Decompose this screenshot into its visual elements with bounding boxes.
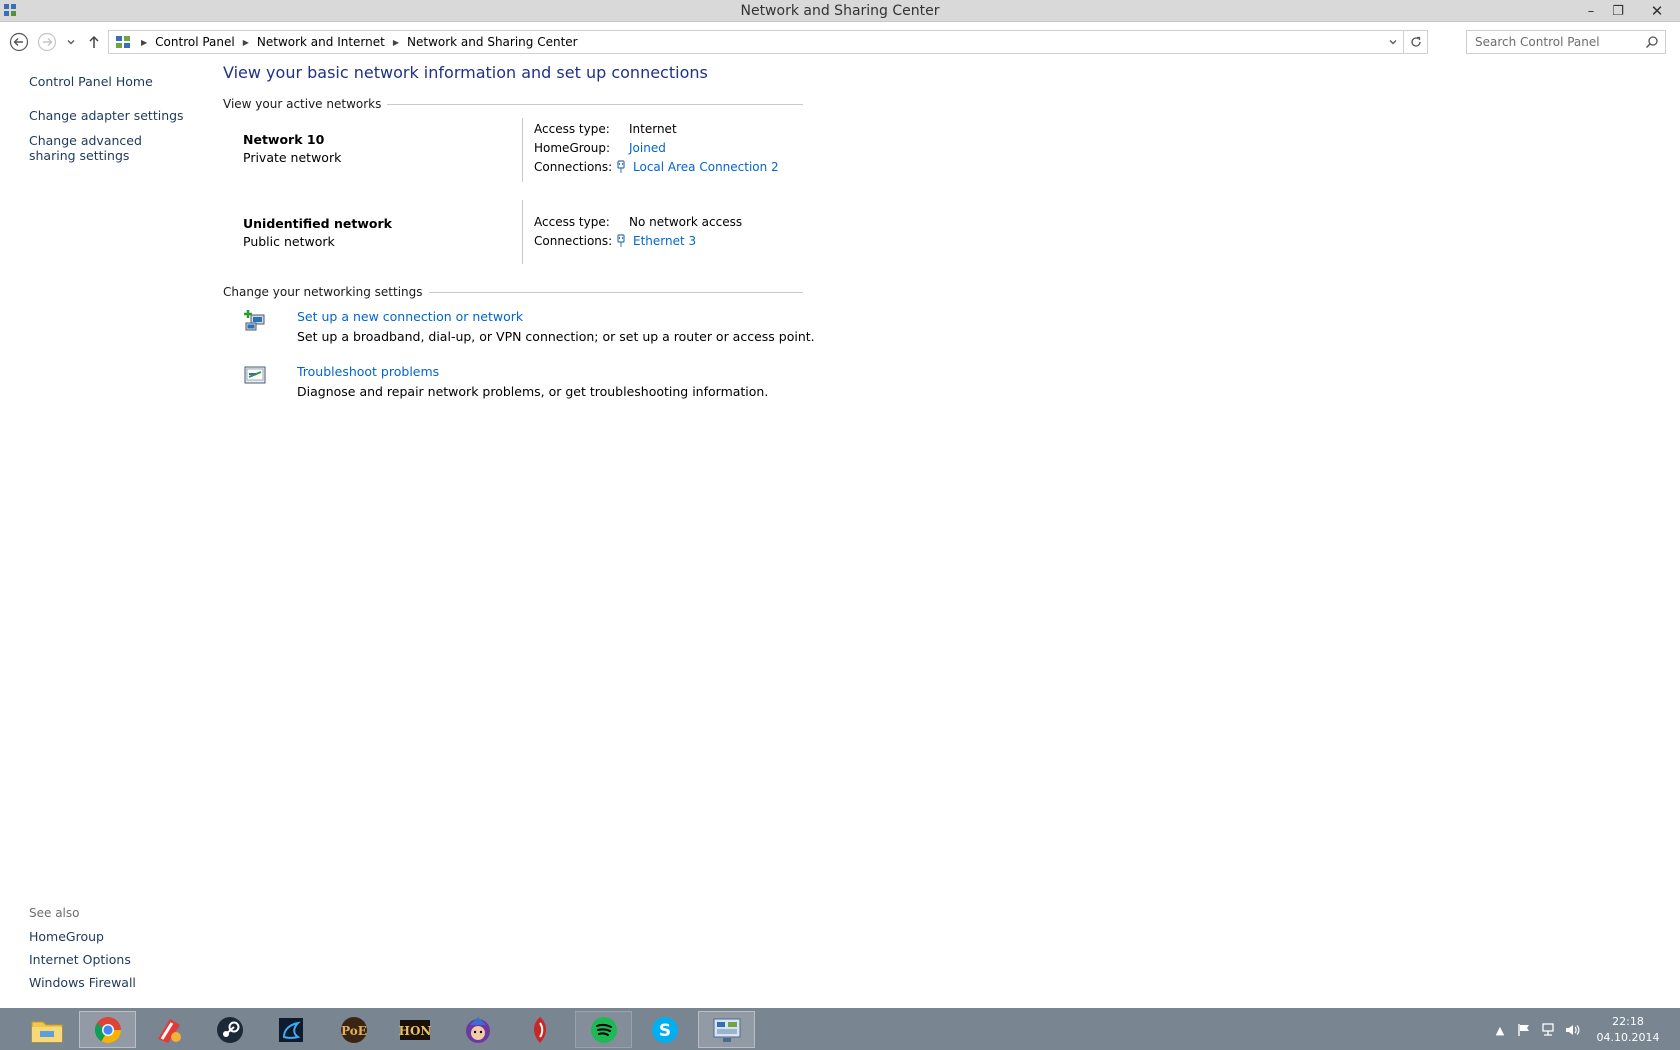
address-bar[interactable]: ▶ Control Panel ▶ Network and Internet ▶…: [108, 30, 1428, 54]
back-arrow-icon: [9, 32, 29, 52]
divider: [522, 200, 523, 264]
network-status-icon[interactable]: [1540, 1022, 1556, 1038]
task-troubleshoot: Troubleshoot problems Diagnose and repai…: [243, 364, 803, 404]
refresh-button[interactable]: [1403, 31, 1427, 53]
svg-text:S: S: [658, 1021, 670, 1041]
breadcrumb-separator[interactable]: ▶: [393, 38, 399, 47]
navigation-bar: ▶ Control Panel ▶ Network and Internet ▶…: [0, 22, 1680, 60]
forward-arrow-icon: [37, 32, 57, 52]
ethernet-cable-icon: [617, 160, 625, 173]
task-setup-connection: Set up a new connection or network Set u…: [243, 309, 815, 349]
restore-button[interactable]: ❐: [1605, 0, 1631, 22]
search-box[interactable]: [1466, 30, 1666, 54]
page-title: View your basic network information and …: [223, 63, 708, 82]
see-also-label: See also: [29, 906, 80, 920]
network-entry: Network 10 Private network Access type: …: [223, 118, 803, 188]
connection-entry[interactable]: Local Area Connection 2: [617, 160, 779, 174]
chevron-down-icon: [67, 40, 75, 45]
ethernet-cable-icon: [617, 234, 625, 247]
breadcrumb-control-panel[interactable]: Control Panel: [155, 35, 235, 49]
homegroup-label: HomeGroup:: [534, 141, 611, 155]
left-pane: Control Panel Home Change adapter settin…: [0, 60, 210, 1008]
change-adapter-settings-link[interactable]: Change adapter settings: [29, 108, 189, 123]
chrome-icon[interactable]: [79, 1011, 136, 1048]
access-type-label: Access type:: [534, 215, 610, 229]
connection-entry[interactable]: Ethernet 3: [617, 234, 696, 248]
connections-label: Connections:: [534, 160, 613, 174]
clock-date: 04.10.2014: [1596, 1031, 1660, 1044]
homegroup-joined-link[interactable]: Joined: [629, 141, 666, 155]
troubleshoot-icon: [243, 364, 267, 388]
access-type-value: No network access: [629, 215, 743, 229]
svg-text:PoE: PoE: [341, 1024, 367, 1038]
file-explorer-icon[interactable]: [18, 1011, 75, 1048]
forward-button[interactable]: [36, 31, 58, 53]
breadcrumb-network-and-sharing-center[interactable]: Network and Sharing Center: [407, 35, 578, 49]
game-app-icon[interactable]: [511, 1011, 568, 1048]
divider: [522, 118, 523, 182]
show-hidden-icons-button[interactable]: ▲: [1492, 1022, 1508, 1038]
divider: [428, 291, 803, 293]
title-bar: Network and Sharing Center – ❐ ✕: [0, 0, 1680, 22]
ccleaner-icon[interactable]: [140, 1011, 197, 1048]
taskbar: PoE HON S ▲ 22:18 04.10.2014: [0, 1008, 1680, 1050]
network-category-link[interactable]: Private network: [243, 150, 341, 165]
skype-icon[interactable]: S: [636, 1011, 693, 1048]
networking-settings-header: Change your networking settings: [223, 284, 803, 300]
windows-firewall-link[interactable]: Windows Firewall: [29, 975, 189, 990]
set-up-new-connection-link[interactable]: Set up a new connection or network: [297, 309, 523, 324]
spotify-icon[interactable]: [575, 1011, 632, 1048]
network-name: Unidentified network: [243, 216, 392, 231]
up-arrow-icon: [89, 35, 99, 48]
action-center-flag-icon[interactable]: [1516, 1022, 1532, 1038]
svg-text:HON: HON: [398, 1024, 431, 1038]
homegroup-link[interactable]: HomeGroup: [29, 929, 189, 944]
troubleshoot-problems-description: Diagnose and repair network problems, or…: [297, 384, 769, 399]
network-entry: Unidentified network Public network Acce…: [223, 200, 803, 264]
internet-options-link[interactable]: Internet Options: [29, 952, 189, 967]
path-of-exile-icon[interactable]: PoE: [325, 1011, 382, 1048]
system-clock[interactable]: 22:18 04.10.2014: [1590, 1014, 1666, 1046]
divider: [387, 103, 803, 105]
local-area-connection-2-link[interactable]: Local Area Connection 2: [633, 160, 779, 174]
clock-time: 22:18: [1612, 1015, 1644, 1028]
hearthstone-icon[interactable]: [449, 1011, 506, 1048]
access-type-label: Access type:: [534, 122, 610, 136]
ethernet-3-link[interactable]: Ethernet 3: [633, 234, 696, 248]
control-panel-icon: [113, 32, 133, 52]
address-dropdown-button[interactable]: [1383, 31, 1403, 53]
battlenet-icon[interactable]: [262, 1011, 319, 1048]
recent-locations-button[interactable]: [62, 31, 80, 53]
active-networks-header-label: View your active networks: [223, 97, 382, 111]
refresh-icon: [1410, 36, 1421, 47]
change-advanced-sharing-settings-link[interactable]: Change advanced sharing settings: [29, 133, 189, 163]
breadcrumb-separator[interactable]: ▶: [141, 38, 147, 47]
access-type-value: Internet: [629, 122, 677, 136]
search-input[interactable]: [1475, 35, 1640, 49]
control-panel-icon[interactable]: [698, 1011, 755, 1048]
volume-icon[interactable]: [1564, 1022, 1580, 1038]
networking-settings-header-label: Change your networking settings: [223, 285, 423, 299]
set-up-new-connection-description: Set up a broadband, dial-up, or VPN conn…: [297, 329, 815, 344]
active-networks-header: View your active networks: [223, 96, 803, 112]
close-button[interactable]: ✕: [1640, 0, 1674, 22]
steam-icon[interactable]: [201, 1011, 258, 1048]
control-panel-home-link[interactable]: Control Panel Home: [29, 74, 189, 89]
search-icon[interactable]: [1645, 35, 1659, 52]
chevron-down-icon: [1389, 40, 1397, 45]
troubleshoot-problems-link[interactable]: Troubleshoot problems: [297, 364, 439, 379]
breadcrumb-separator[interactable]: ▶: [243, 38, 249, 47]
network-name: Network 10: [243, 132, 325, 147]
window-title: Network and Sharing Center: [740, 3, 940, 19]
connections-label: Connections:: [534, 234, 613, 248]
minimize-button[interactable]: –: [1578, 0, 1604, 22]
heroes-of-newerth-icon[interactable]: HON: [386, 1011, 443, 1048]
back-button[interactable]: [8, 31, 30, 53]
new-connection-icon: [243, 309, 267, 333]
network-category-label: Public network: [243, 234, 335, 249]
breadcrumb-network-and-internet[interactable]: Network and Internet: [257, 35, 385, 49]
up-button[interactable]: [84, 31, 104, 53]
